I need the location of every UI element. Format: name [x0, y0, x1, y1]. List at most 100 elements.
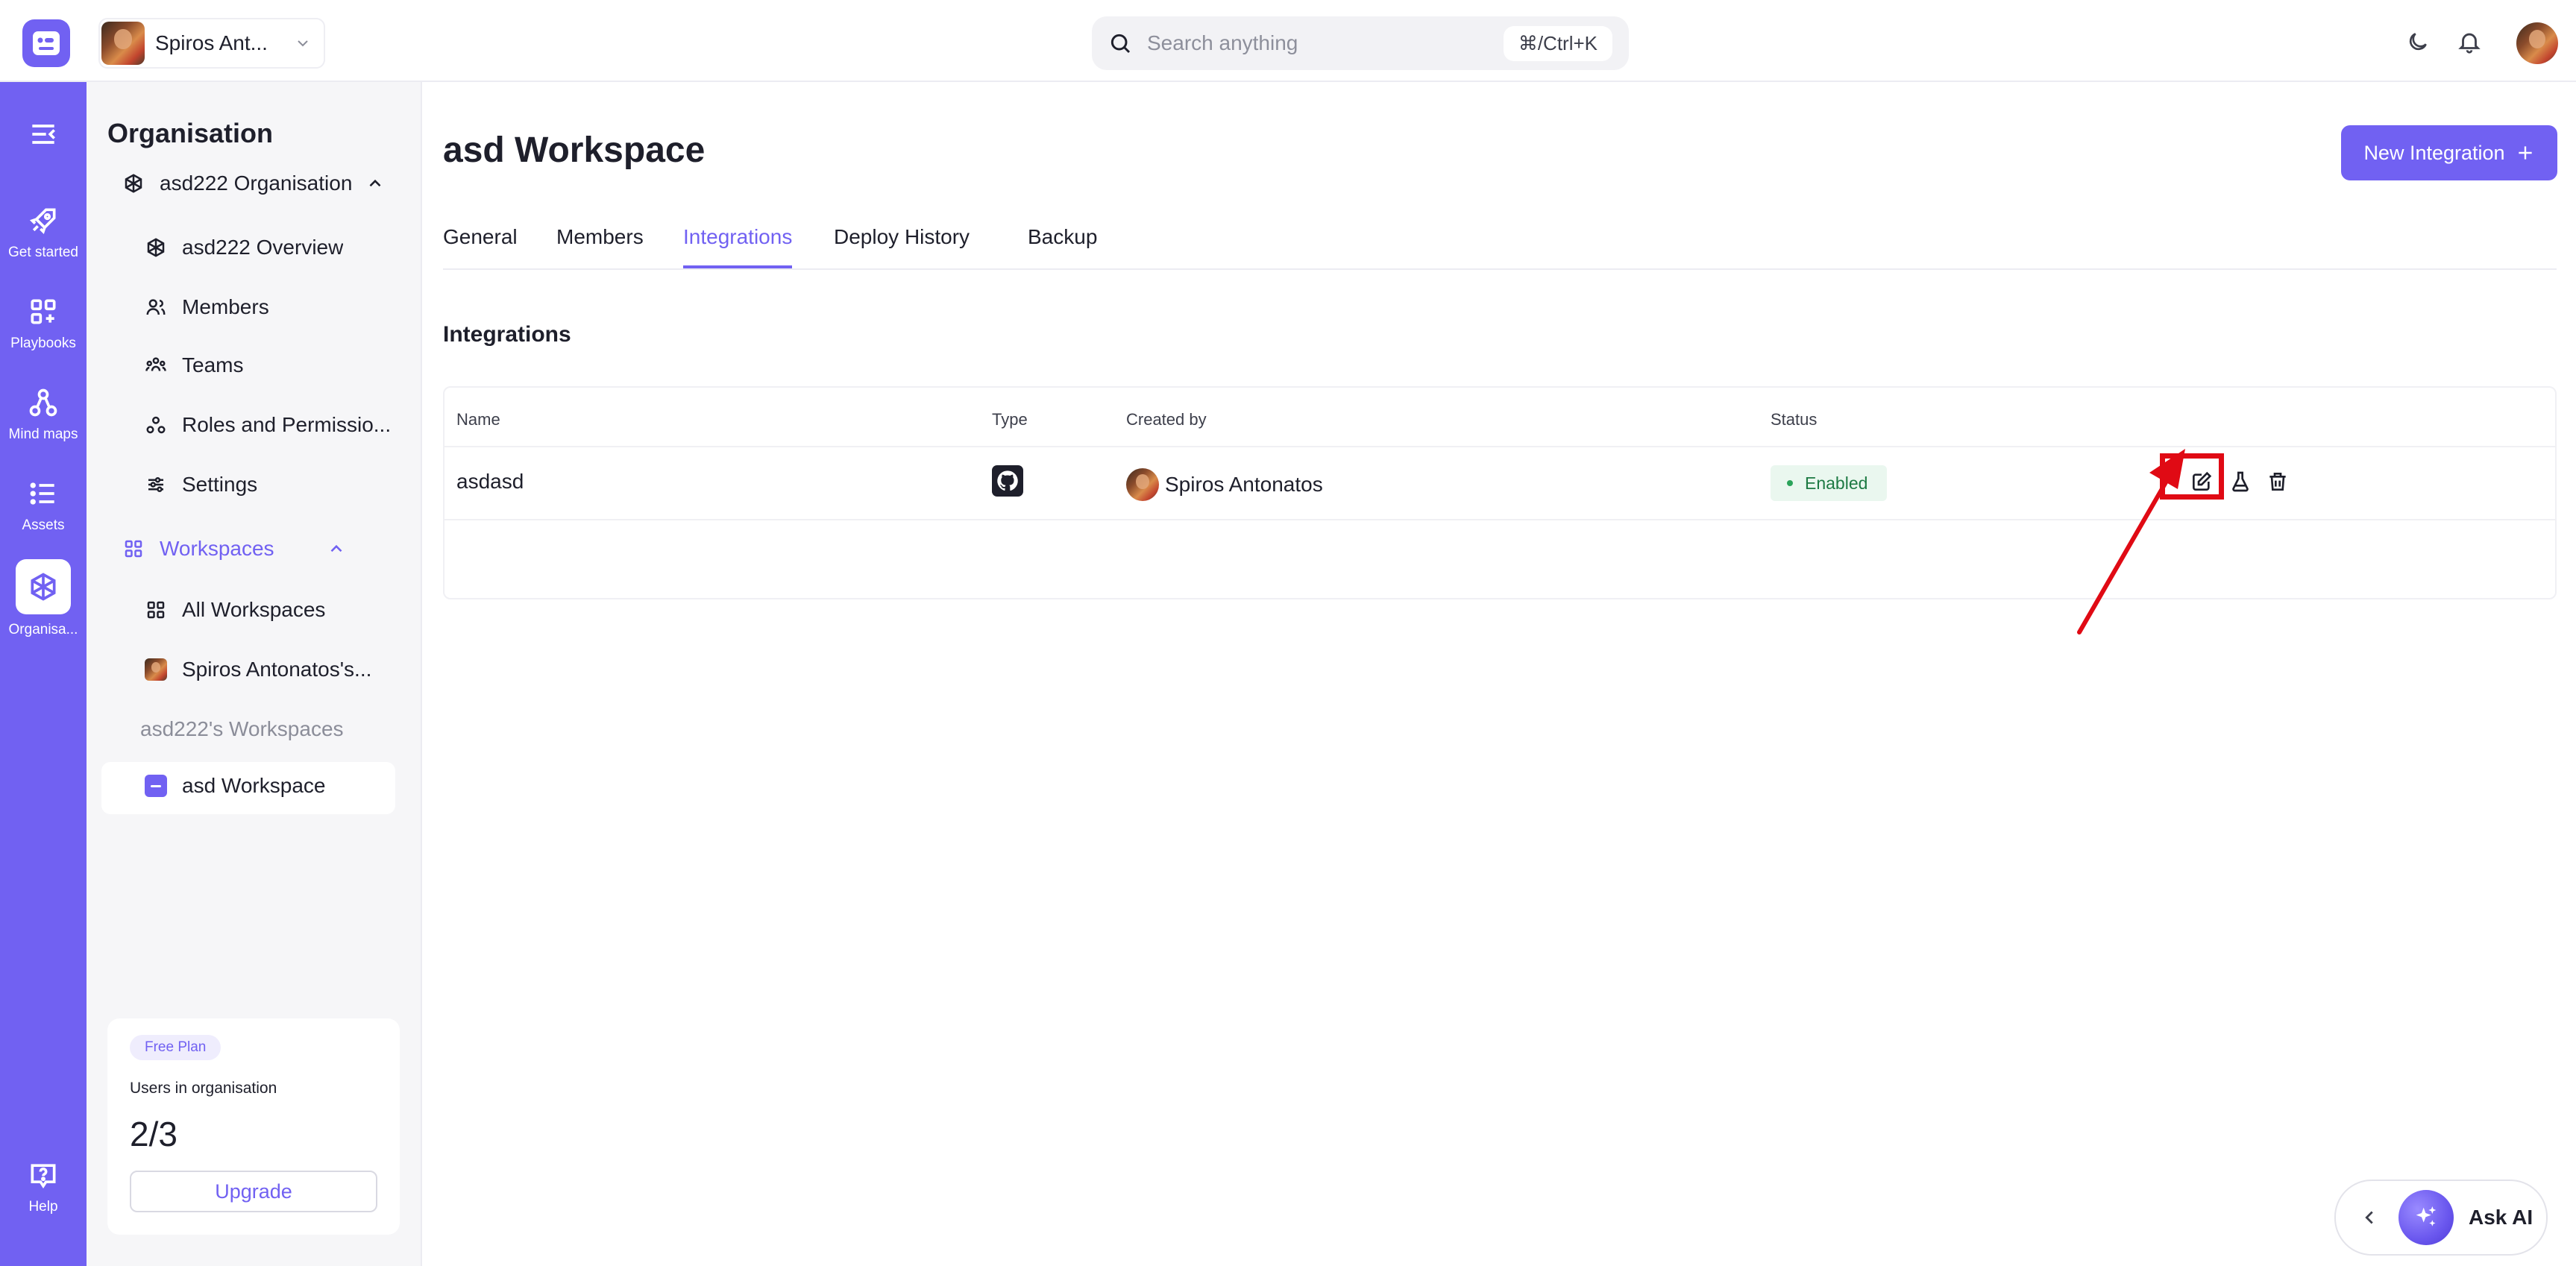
organisation-icon — [27, 570, 60, 603]
tab-integrations[interactable]: Integrations — [683, 225, 793, 268]
sidebar-item-roles[interactable]: Roles and Permissio... — [145, 413, 413, 437]
flask-icon[interactable] — [2228, 470, 2252, 494]
org-switcher-name: Spiros Ant... — [155, 31, 268, 54]
sidebar-title: Organisation — [107, 118, 274, 148]
app-logo-icon[interactable] — [22, 19, 70, 67]
tab-members[interactable]: Members — [556, 225, 644, 268]
sidebar-item-spiros-workspace[interactable]: Spiros Antonatos's... — [145, 658, 421, 681]
team-icon — [145, 354, 167, 377]
search-bar[interactable]: ⌘/Ctrl+K — [1092, 16, 1629, 70]
new-integration-button[interactable]: New Integration — [2341, 125, 2557, 180]
sidebar-item-overview[interactable]: asd222 Overview — [145, 236, 343, 259]
plan-card: Free Plan Users in organisation 2/3 Upgr… — [107, 1018, 400, 1235]
rail-item-get-started[interactable]: Get started — [0, 204, 87, 261]
users-icon — [145, 296, 167, 318]
workspace-badge-icon — [145, 775, 167, 797]
workspace-avatar — [145, 658, 167, 681]
sidebar-item-label: Teams — [182, 353, 244, 377]
user-avatar[interactable] — [2516, 22, 2558, 64]
sidebar-item-label: asd222 Overview — [182, 236, 344, 259]
sidebar-item-all-workspaces[interactable]: All Workspaces — [145, 598, 325, 622]
status-text: Enabled — [1805, 473, 1868, 493]
column-header-created-by: Created by — [1126, 410, 1207, 429]
table-row[interactable]: asdasd Spiros Antonatos Enabled — [444, 446, 2555, 520]
sidebar-workspaces-label: Workspaces — [160, 537, 274, 560]
rocket-icon — [27, 204, 60, 237]
rail-item-label: Get started — [8, 245, 78, 260]
rail-item-label: Playbooks — [10, 336, 76, 351]
workspaces-icon — [145, 599, 167, 621]
ask-ai-widget[interactable]: Ask AI — [2334, 1180, 2548, 1256]
column-header-type: Type — [992, 410, 1028, 429]
roles-icon — [145, 414, 167, 436]
section-title: Integrations — [443, 322, 571, 347]
rail-item-label: Organisa... — [8, 622, 78, 637]
cell-name: asdasd — [456, 470, 524, 493]
status-badge: Enabled — [1771, 465, 1888, 501]
org-switcher[interactable]: Spiros Ant... — [98, 18, 325, 69]
ask-ai-label: Ask AI — [2469, 1206, 2533, 1229]
sidebar-item-settings[interactable]: Settings — [145, 473, 257, 497]
sidebar-item-label: asd Workspace — [182, 774, 326, 797]
annotation-arrow-icon — [2077, 449, 2185, 634]
creator-name: Spiros Antonatos — [1165, 473, 1323, 496]
mind-map-icon — [27, 386, 60, 419]
list-icon — [27, 477, 60, 510]
workspaces-icon — [122, 538, 145, 560]
sidebar-workspaces-header[interactable]: Workspaces — [122, 537, 346, 561]
status-dot — [1787, 480, 1793, 486]
sidebar-item-label: Spiros Antonatos's... — [182, 658, 372, 681]
rail-item-help[interactable]: Help — [0, 1159, 87, 1215]
sidebar-org-header[interactable]: asd222 Organisation — [122, 171, 385, 195]
sidebar-item-label: Settings — [182, 473, 258, 496]
main-content: asd Workspace New Integration General Me… — [422, 82, 2576, 1266]
org-avatar — [101, 22, 145, 65]
sliders-icon — [145, 473, 167, 496]
creator-avatar — [1126, 468, 1159, 501]
rail-item-organisation[interactable]: Organisa... — [0, 559, 87, 638]
top-bar: Spiros Ant... ⌘/Ctrl+K — [0, 0, 2576, 82]
sidebar-item-label: All Workspaces — [182, 598, 326, 621]
rail-item-label: Assets — [22, 517, 65, 533]
tab-general[interactable]: General — [443, 225, 518, 268]
sidebar-item-teams[interactable]: Teams — [145, 353, 243, 377]
ask-ai-orb[interactable] — [2398, 1190, 2454, 1245]
rail-item-label: Mind maps — [8, 426, 78, 442]
chevron-left-icon[interactable] — [2358, 1206, 2381, 1229]
chevron-up-icon — [365, 174, 385, 193]
tab-backup[interactable]: Backup — [1028, 225, 1097, 268]
bell-icon[interactable] — [2457, 28, 2482, 55]
github-icon — [992, 465, 1023, 497]
rail-item-active-tile — [16, 559, 71, 614]
search-shortcut-hint: ⌘/Ctrl+K — [1503, 25, 1612, 61]
column-header-status: Status — [1771, 410, 1818, 429]
rail-item-playbooks[interactable]: Playbooks — [0, 295, 87, 352]
plan-badge: Free Plan — [130, 1035, 222, 1060]
menu-collapse-icon — [27, 118, 60, 151]
upgrade-button[interactable]: Upgrade — [130, 1171, 377, 1212]
column-header-name: Name — [456, 410, 500, 429]
sidebar-item-label: Members — [182, 295, 269, 318]
rail-item-label: Help — [28, 1199, 58, 1215]
sidebar-group-label: asd222's Workspaces — [140, 717, 344, 740]
chevron-up-icon — [327, 539, 346, 558]
help-icon — [27, 1159, 60, 1191]
trash-icon[interactable] — [2266, 470, 2290, 494]
sidebar-item-asd-workspace[interactable]: asd Workspace — [145, 774, 325, 798]
rail-item-mind-maps[interactable]: Mind maps — [0, 386, 87, 443]
organisation-icon — [122, 172, 145, 195]
organisation-icon — [145, 236, 167, 259]
nav-rail: Get started Playbooks Mind maps Assets O… — [0, 82, 87, 1266]
tab-deploy-history[interactable]: Deploy History — [834, 225, 970, 268]
collapse-menu-button[interactable] — [0, 118, 87, 151]
new-integration-label: New Integration — [2363, 141, 2505, 164]
chevron-down-icon — [294, 34, 312, 52]
sidebar-item-members[interactable]: Members — [145, 295, 269, 319]
plan-users-label: Users in organisation — [130, 1080, 277, 1097]
workspace-tabs: General Members Integrations Deploy Hist… — [443, 213, 2557, 270]
page-title: asd Workspace — [443, 130, 706, 170]
plan-users-count: 2/3 — [130, 1115, 178, 1153]
moon-icon[interactable] — [2406, 30, 2430, 54]
search-input[interactable] — [1147, 31, 1504, 55]
rail-item-assets[interactable]: Assets — [0, 477, 87, 534]
